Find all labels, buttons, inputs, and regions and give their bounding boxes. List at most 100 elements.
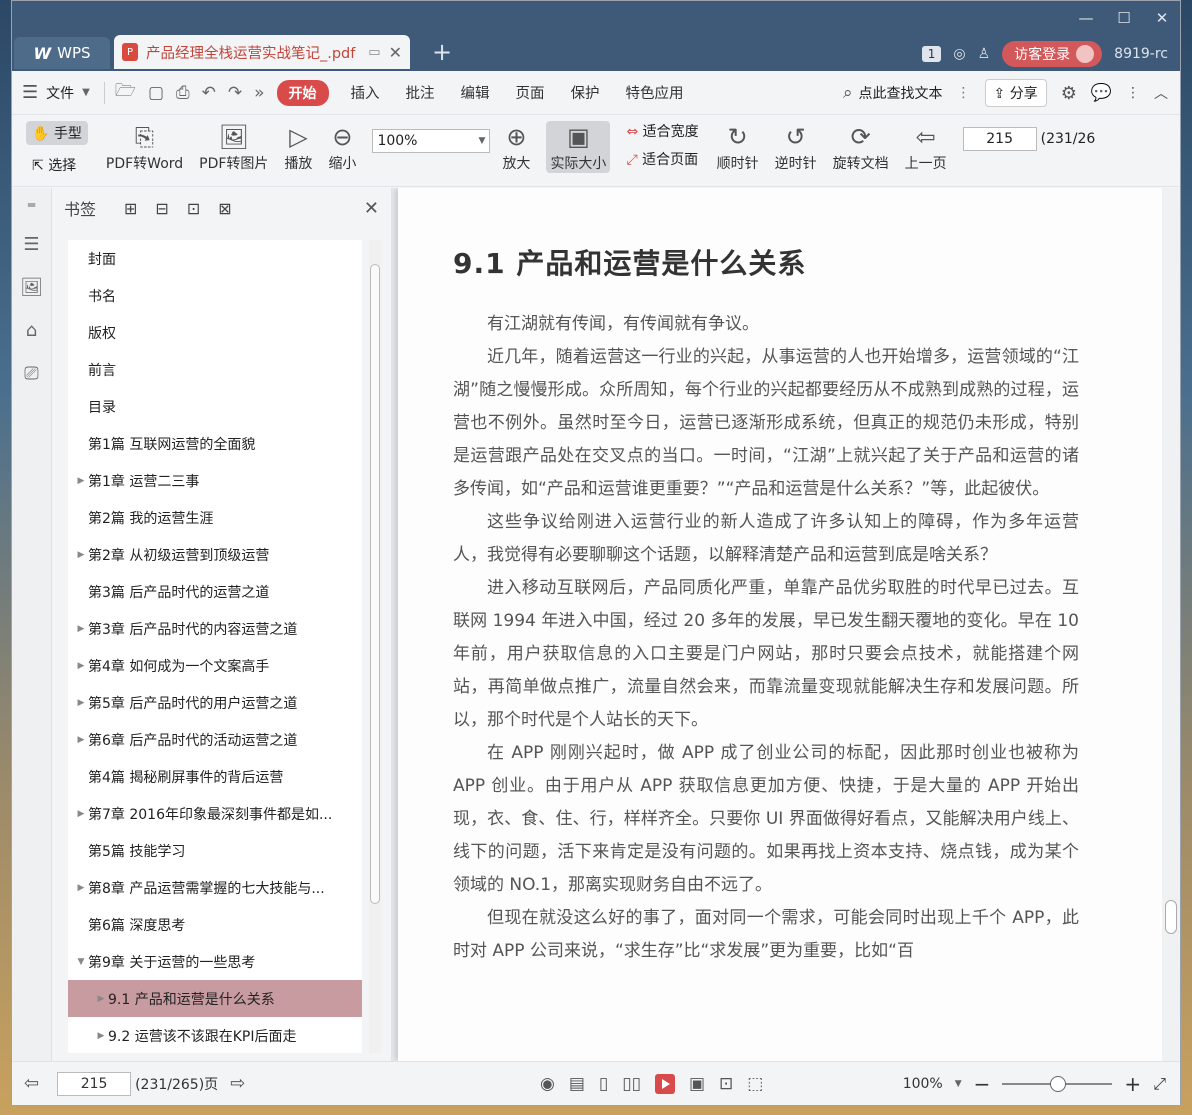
- bookmark-scroll-thumb[interactable]: [370, 264, 380, 904]
- single-page-icon[interactable]: ▤: [569, 1074, 585, 1094]
- bookmark-item[interactable]: ▶ 第3章 后产品时代的内容运营之道: [68, 610, 362, 647]
- chevron-right-icon[interactable]: ▶: [94, 1031, 108, 1041]
- bookmark-item[interactable]: 第4篇 揭秘刷屏事件的背后运营: [68, 758, 362, 795]
- bookmark-icon[interactable]: ⊠: [218, 199, 231, 218]
- bookmark-item[interactable]: 书名: [68, 277, 362, 314]
- menu-tab-protect[interactable]: 保护: [571, 82, 600, 103]
- rotate-document-button[interactable]: ⟳ 旋转文档: [833, 121, 889, 173]
- fit-width-button[interactable]: ⇔ 适合宽度: [626, 121, 698, 141]
- collapse-ribbon-icon[interactable]: ︿: [1154, 83, 1168, 103]
- zoom-slider-knob[interactable]: [1050, 1075, 1067, 1092]
- undo-icon[interactable]: ↶: [202, 83, 216, 103]
- chevron-right-icon[interactable]: ▶: [74, 661, 88, 671]
- chevron-right-icon[interactable]: ▶: [74, 809, 88, 819]
- bookmark-item[interactable]: 第5篇 技能学习: [68, 832, 362, 869]
- bookmark-item[interactable]: ▶ 第2章 从初级运营到顶级运营: [68, 536, 362, 573]
- document-scrollbar[interactable]: [1162, 188, 1180, 1061]
- search-box[interactable]: ⌕ 点此查找文本: [843, 83, 943, 103]
- chevron-right-icon[interactable]: ▶: [74, 883, 88, 893]
- play-button[interactable]: ▷ 播放: [284, 121, 312, 173]
- kebab-icon[interactable]: ⋮: [957, 85, 971, 101]
- shirt-icon[interactable]: ♙: [978, 46, 991, 62]
- page-number-input[interactable]: 215: [962, 127, 1037, 151]
- actual-size-button[interactable]: ▣ 实际大小: [546, 121, 611, 173]
- fit-page-status-icon[interactable]: ⊡: [719, 1074, 733, 1094]
- rotate-clockwise-button[interactable]: ↻ 顺时针: [717, 121, 759, 173]
- monitor-icon[interactable]: ▭: [368, 45, 380, 60]
- status-zoom-value[interactable]: 100%: [903, 1076, 943, 1092]
- bookmark-item[interactable]: ▶ 第4章 如何成为一个文案高手: [68, 647, 362, 684]
- close-panel-icon[interactable]: ✕: [364, 198, 379, 219]
- window-count-badge[interactable]: 1: [921, 46, 942, 62]
- skin-icon[interactable]: ◎: [953, 46, 965, 62]
- pdf-to-image-button[interactable]: 🖼 PDF转图片: [199, 121, 268, 173]
- bookmark-scrollbar[interactable]: [369, 240, 381, 1053]
- menu-tab-page[interactable]: 页面: [516, 82, 545, 103]
- fit-width-status-icon[interactable]: ⬚: [747, 1074, 763, 1094]
- menu-tab-start[interactable]: 开始: [276, 79, 329, 106]
- hand-tool-button[interactable]: ✋ 手型: [26, 121, 88, 145]
- chevron-right-icon[interactable]: ▶: [74, 550, 88, 560]
- status-page-input[interactable]: 215: [57, 1071, 132, 1096]
- open-folder-icon[interactable]: 🗁: [115, 78, 136, 107]
- drag-handle-icon[interactable]: ═: [28, 198, 35, 212]
- rotate-counterclockwise-button[interactable]: ↺ 逆时针: [775, 121, 817, 173]
- bookmark-item[interactable]: 第6篇 深度思考: [68, 906, 362, 943]
- zoom-minus-icon[interactable]: −: [974, 1072, 991, 1096]
- bookmark-item[interactable]: 封面: [68, 240, 362, 277]
- bookmark-item[interactable]: ▶ 第5章 后产品时代的用户运营之道: [68, 684, 362, 721]
- actual-size-status-icon[interactable]: ▣: [689, 1074, 705, 1094]
- prev-page-icon[interactable]: ⇦: [24, 1073, 39, 1094]
- bookmark-item[interactable]: ▶ 第8章 产品运营需掌握的七大技能与...: [68, 869, 362, 906]
- new-tab-button[interactable]: +: [432, 37, 452, 69]
- select-tool-button[interactable]: ⇱ 选择: [26, 153, 88, 177]
- play-slideshow-icon[interactable]: [654, 1073, 675, 1094]
- more-chevrons-icon[interactable]: »: [254, 83, 264, 103]
- pdf-image-icon[interactable]: ⎚: [24, 363, 38, 384]
- tab-wps-home[interactable]: W WPS: [14, 37, 110, 69]
- fullscreen-icon[interactable]: ⤢: [1153, 1074, 1166, 1094]
- prev-page-button[interactable]: ⇦ 上一页: [905, 121, 947, 173]
- fit-page-button[interactable]: ⤢ 适合页面: [626, 149, 698, 169]
- pdf-to-word-button[interactable]: ⎘ PDF转Word: [106, 121, 183, 173]
- bookmark-item[interactable]: 第2篇 我的运营生涯: [68, 499, 362, 536]
- bookmark-item[interactable]: 前言: [68, 351, 362, 388]
- comment-icon[interactable]: 💬: [1091, 83, 1112, 103]
- bookmark-item[interactable]: ▼ 第9章 关于运营的一些思考: [68, 943, 362, 980]
- bookmark-item[interactable]: 第3篇 后产品时代的运营之道: [68, 573, 362, 610]
- chevron-right-icon[interactable]: ▶: [74, 735, 88, 745]
- menu-tab-features[interactable]: 特色应用: [626, 82, 684, 103]
- eye-icon[interactable]: ◉: [540, 1074, 555, 1094]
- bookmark-item[interactable]: ▶ 第1章 运营二三事: [68, 462, 362, 499]
- tab-document[interactable]: P 产品经理全栈运营实战笔记_.pdf ▭ ✕: [114, 35, 410, 69]
- bookmark-item[interactable]: 目录: [68, 388, 362, 425]
- zoom-plus-icon[interactable]: +: [1124, 1072, 1141, 1096]
- bookmark-item[interactable]: ▶ 第7章 2016年印象最深刻事件都是如...: [68, 795, 362, 832]
- more-icon[interactable]: ⋮: [1126, 85, 1140, 101]
- print-icon[interactable]: ⎙: [176, 83, 190, 103]
- zoom-slider[interactable]: [1002, 1075, 1113, 1092]
- bookmark-item[interactable]: ▶ 9.1 产品和运营是什么关系: [68, 980, 362, 1017]
- redo-icon[interactable]: ↷: [228, 83, 242, 103]
- menu-tab-edit[interactable]: 编辑: [461, 82, 490, 103]
- bookmark-item[interactable]: 第1篇 互联网运营的全面貌: [68, 425, 362, 462]
- next-page-icon[interactable]: ⇨: [230, 1073, 245, 1094]
- double-page-icon[interactable]: ▯▯: [622, 1074, 641, 1094]
- chevron-down-icon[interactable]: ▼: [955, 1079, 962, 1089]
- bookmark-item[interactable]: ▶ 9.2 运营该不该跟在KPI后面走: [68, 1017, 362, 1053]
- share-button[interactable]: ⇪ 分享: [984, 79, 1047, 107]
- thumbnail-icon[interactable]: 🖼: [20, 277, 43, 298]
- minimize-button[interactable]: —: [1074, 9, 1098, 27]
- document-scroll-thumb[interactable]: [1165, 900, 1177, 934]
- close-window-button[interactable]: ✕: [1150, 9, 1174, 27]
- chevron-down-icon[interactable]: ▼: [74, 957, 88, 967]
- tag-icon[interactable]: ⌂: [26, 320, 37, 341]
- chevron-right-icon[interactable]: ▶: [74, 624, 88, 634]
- continuous-page-icon[interactable]: ▯: [599, 1074, 608, 1094]
- menu-tab-annotate[interactable]: 批注: [406, 82, 435, 103]
- chevron-right-icon[interactable]: ▶: [94, 994, 108, 1004]
- file-menu[interactable]: ☰ 文件 ▼: [22, 82, 90, 103]
- gear-icon[interactable]: ⚙: [1061, 83, 1077, 104]
- bookmark-list-icon[interactable]: ☰: [23, 234, 39, 255]
- chevron-right-icon[interactable]: ▶: [74, 698, 88, 708]
